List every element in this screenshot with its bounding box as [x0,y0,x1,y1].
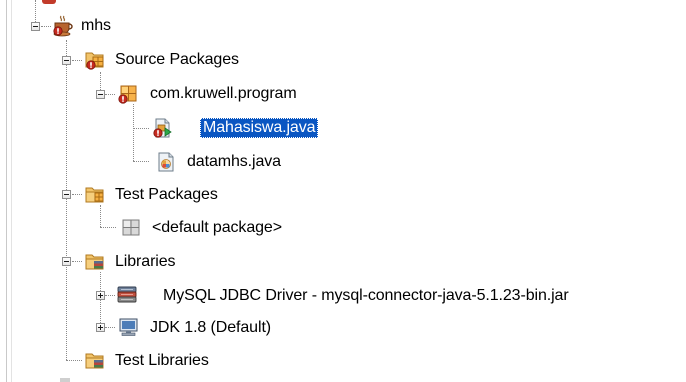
next-node-edge [60,378,70,382]
tree-guide-line [133,161,149,162]
collapse-toggle[interactable] [96,90,105,99]
tree-node-label: Mahasiswa.java [200,118,319,138]
projects-tree-panel: mhs Source Packages com.kruwell.program [0,0,686,382]
java-class-icon [156,151,174,172]
tree-guide-line [100,205,101,227]
tree-guide-line [66,360,82,361]
jar-library-icon [115,284,137,303]
panel-border-inner [11,0,12,382]
tree-node-label: Test Packages [115,186,218,203]
java-main-class-icon [152,117,172,138]
libraries-folder-icon [84,251,104,270]
previous-node-edge [42,0,56,4]
expand-toggle[interactable] [96,323,105,332]
tree-node-label: mhs [81,17,111,34]
collapse-toggle[interactable] [31,22,40,31]
jdk-platform-icon [117,316,138,336]
tree-guide-line [100,227,116,228]
tree-node-label: Test Libraries [115,352,209,369]
package-icon [117,83,137,104]
tree-node-label: com.kruwell.program [150,85,297,102]
tree-node-label: datamhs.java [187,153,281,170]
collapse-toggle[interactable] [62,190,71,199]
empty-package-icon [120,217,140,236]
tree-node-label: <default package> [152,219,282,236]
expand-toggle[interactable] [96,291,105,300]
source-packages-icon [84,49,104,70]
tree-guide-line [133,104,134,161]
test-packages-icon [84,184,104,203]
collapse-toggle[interactable] [62,56,71,65]
tree-guide-line [133,128,149,129]
tree-node-label: Libraries [115,253,176,270]
tree-node-label: MySQL JDBC Driver - mysql-connector-java… [163,287,569,304]
collapse-toggle[interactable] [62,257,71,266]
test-libraries-folder-icon [84,350,104,369]
panel-border [6,0,7,382]
coffee-cup-icon [52,15,73,37]
tree-node-label: JDK 1.8 (Default) [150,319,272,336]
tree-node-label: Source Packages [115,51,239,68]
